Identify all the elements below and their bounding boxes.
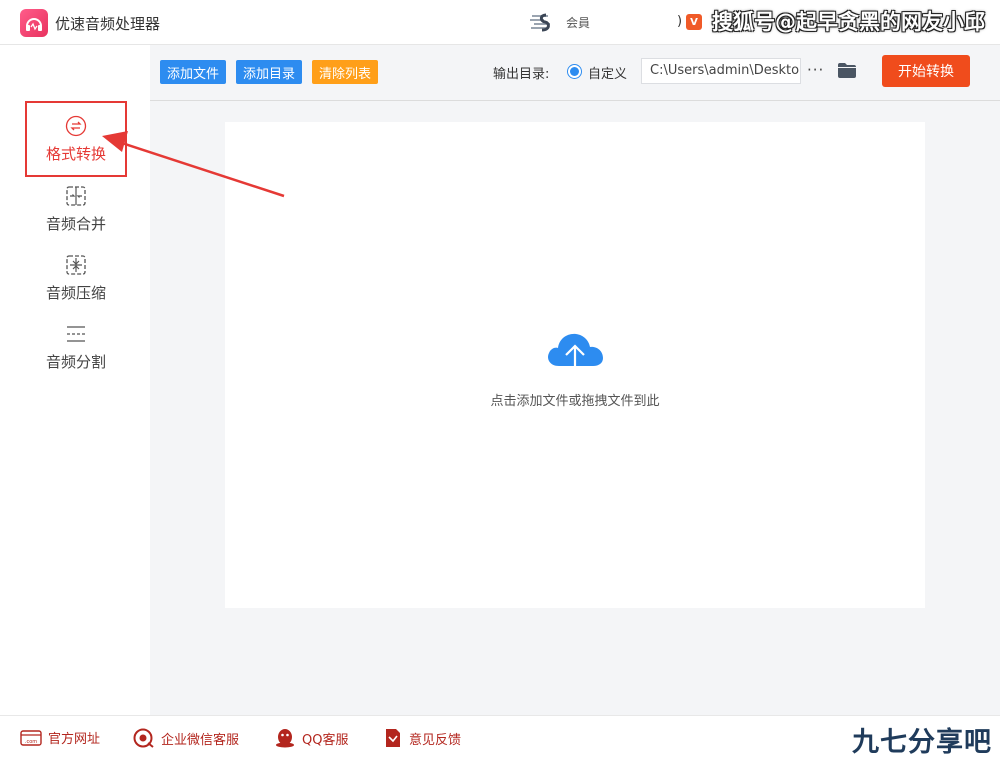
audio-compress-icon [66,255,86,275]
footer-item-label: 意见反馈 [409,732,462,748]
footer-item-label: 企业微信客服 [161,732,240,748]
footer-wechat-link[interactable]: 企业微信客服 [133,728,239,748]
footer-item-label: 官方网址 [48,732,101,747]
wechat-service-icon [133,728,154,748]
watermark-bottom: 九七分享吧 [852,727,992,758]
promo-logo-icon[interactable] [528,12,556,34]
main-panel: 添加文件 添加目录 清除列表 输出目录: 自定义 C:\Users\admin\… [150,45,1000,715]
footer-qq-link[interactable]: QQ客服 [274,728,348,748]
custom-output-radio[interactable] [567,64,582,79]
svg-text:.com: .com [25,739,37,745]
sidebar: 格式转换 音频合并 音频压缩 音频分割 [0,45,150,715]
output-path-field[interactable]: C:\Users\admin\Desktop [641,58,801,84]
sidebar-item-label: 格式转换 [45,145,106,163]
folder-icon[interactable] [837,62,857,79]
watermark-top: 搜狐号@起早贪黑的网友小邱 [712,10,985,34]
title-paren: ) [677,14,683,29]
footer-feedback-link[interactable]: 意见反馈 [383,728,461,748]
audio-merge-icon [66,186,86,206]
sidebar-item-label: 音频压缩 [45,284,106,302]
promo-text[interactable]: 会員 [566,14,590,31]
drop-hint: 点击添加文件或拖拽文件到此 [490,394,660,409]
sidebar-item-label: 音频合并 [45,215,106,233]
custom-output-label[interactable]: 自定义 [588,63,627,82]
title-bar: 优速音频处理器 会員 ) V 搜狐号@起早贪黑的网友小邱 [0,0,1000,45]
footer: .com 官方网址 企业微信客服 QQ客服 意见反馈 九七分享吧 [0,715,1000,760]
sidebar-item-audio-merge[interactable]: 音频合并 [25,185,127,234]
qq-icon [276,729,294,748]
start-convert-button[interactable]: 开始转换 [882,55,970,87]
file-drop-zone[interactable]: 点击添加文件或拖拽文件到此 [225,122,925,608]
add-file-button[interactable]: 添加文件 [160,60,227,84]
add-folder-button[interactable]: 添加目录 [236,60,303,84]
audio-split-icon [67,326,85,342]
vip-badge-icon[interactable]: V [686,14,702,30]
format-convert-icon [65,115,87,137]
app-title: 优速音频处理器 [55,15,161,33]
toolbar: 添加文件 添加目录 清除列表 输出目录: 自定义 C:\Users\admin\… [150,45,1000,101]
sidebar-item-audio-split[interactable]: 音频分割 [25,323,127,372]
output-dir-label: 输出目录: [493,67,550,82]
app-logo-icon [20,9,48,37]
clear-list-button[interactable]: 清除列表 [312,60,379,84]
feedback-icon [386,729,400,747]
footer-website-link[interactable]: .com 官方网址 [20,728,100,747]
cloud-upload-icon [548,333,603,378]
website-icon: .com [20,729,42,746]
sidebar-item-format-convert[interactable]: 格式转换 [25,101,127,177]
sidebar-item-label: 音频分割 [45,353,106,371]
sidebar-item-audio-compress[interactable]: 音频压缩 [25,254,127,303]
more-options-icon[interactable]: ··· [807,61,829,81]
footer-item-label: QQ客服 [302,732,349,748]
radio-dot [570,67,579,76]
